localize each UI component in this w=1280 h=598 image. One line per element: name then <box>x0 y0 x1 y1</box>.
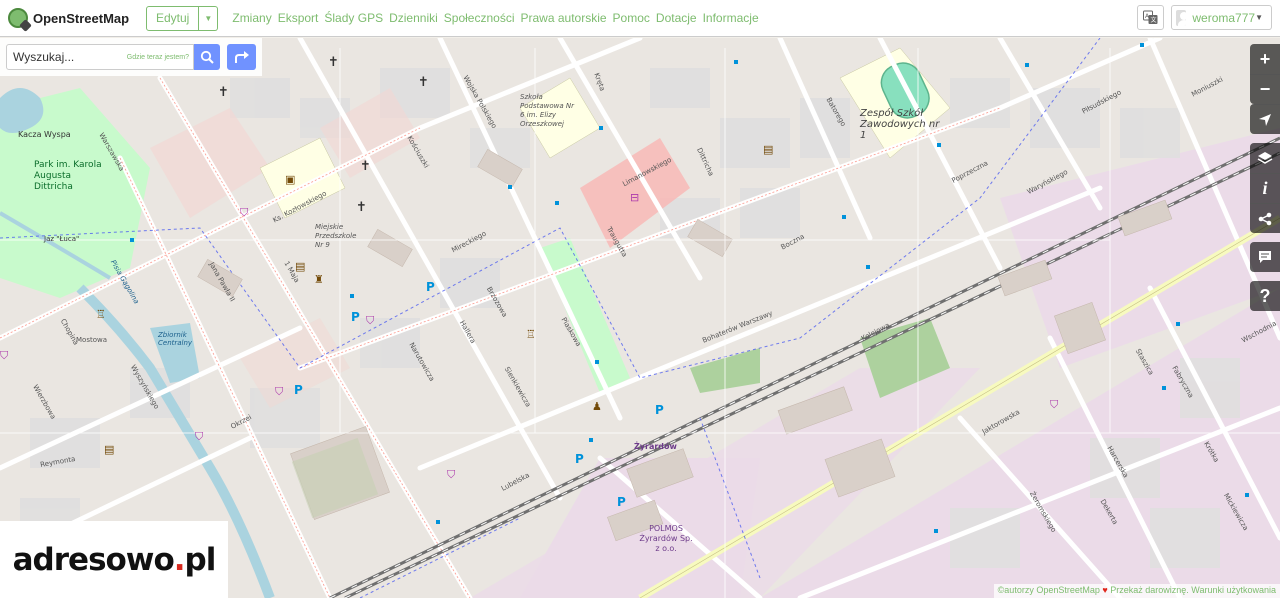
svg-text:P: P <box>426 280 435 294</box>
main-nav: Zmiany Eksport Ślady GPS Dzienniki Społe… <box>232 11 764 25</box>
directions-icon[interactable] <box>227 44 256 70</box>
svg-text:P: P <box>655 403 664 417</box>
edit-dropdown-icon[interactable]: ▼ <box>199 5 219 31</box>
map-canvas[interactable]: ✝ ✝ ✝ ✝ ✝ ▣ ▤ ▤ ▤ ♜ ♖ ♟ ♖ ⛉ ⛉ ⛉ ⛉ ⛉ ⛉ ⊟ ⛉ P P P P P P <box>0 38 1280 598</box>
svg-text:P: P <box>575 452 584 466</box>
terms-link[interactable]: Warunki użytkowania <box>1191 585 1276 595</box>
locate-icon[interactable] <box>1250 104 1280 134</box>
nav-donate[interactable]: Dotacje <box>656 11 697 25</box>
zoom-in-button[interactable]: + <box>1250 44 1280 74</box>
user-menu-button[interactable]: weroma777 ▼ <box>1171 5 1272 30</box>
svg-text:✝: ✝ <box>328 55 339 70</box>
svg-text:▣: ▣ <box>285 173 295 186</box>
attribution-bar: ©autorzy OpenStreetMap ♥ Przekaż darowiz… <box>993 584 1280 598</box>
note-icon[interactable] <box>1250 242 1280 272</box>
svg-text:⛉: ⛉ <box>275 385 284 398</box>
nav-diaries[interactable]: Dzienniki <box>389 11 438 25</box>
nav-about[interactable]: Informacje <box>703 11 759 25</box>
chevron-down-icon: ▼ <box>1255 13 1263 22</box>
svg-text:✝: ✝ <box>360 159 371 174</box>
osm-logo-icon <box>8 8 28 28</box>
copyright-link[interactable]: ©autorzy OpenStreetMap <box>998 585 1100 595</box>
layers-icon[interactable] <box>1250 143 1280 173</box>
nav-help[interactable]: Pomoc <box>613 11 650 25</box>
label-kacza-wyspa: Kacza Wyspa <box>18 130 71 139</box>
nav-communities[interactable]: Społeczności <box>444 11 515 25</box>
svg-text:⛉: ⛉ <box>240 206 249 219</box>
label-jaz: Jaz "Łuca" <box>44 235 80 243</box>
watermark-dot: . <box>173 541 186 578</box>
map-key-info-button[interactable]: i <box>1250 173 1280 203</box>
top-header: OpenStreetMap Edytuj ▼ Zmiany Eksport Śl… <box>0 0 1280 37</box>
svg-text:⛉: ⛉ <box>447 468 456 481</box>
nav-copyright[interactable]: Prawa autorskie <box>521 11 607 25</box>
svg-text:✝: ✝ <box>356 200 367 215</box>
donate-link[interactable]: Przekaż darowiznę. <box>1110 585 1189 595</box>
label-reservoir: Zbiornik Centralny <box>158 331 193 347</box>
label-school-zawod: Zespół Szkół Zawodowych nr 1 <box>860 108 940 141</box>
label-polmos: POLMOS Żyrardów Sp. z o.o. <box>639 524 693 553</box>
svg-text:▤: ▤ <box>763 143 773 156</box>
svg-text:✝: ✝ <box>418 75 429 90</box>
avatar <box>1176 9 1187 26</box>
heart-icon: ♥ <box>1102 585 1108 595</box>
search-input[interactable] <box>13 50 123 64</box>
label-park: Park im. Karola Augusta Dittricha <box>34 160 102 192</box>
label-school-6: Szkoła Podstawowa Nr 6 im. Elizy Orzeszk… <box>520 93 574 128</box>
label-station: Żyrardów <box>634 442 677 451</box>
svg-text:▤: ▤ <box>295 260 305 273</box>
map-controls: + − i ? <box>1250 44 1280 311</box>
svg-text:P: P <box>617 495 626 509</box>
svg-text:♟: ♟ <box>592 400 602 413</box>
watermark-main: adresowo <box>12 541 175 578</box>
adresowo-watermark: adresowo.pl <box>0 521 228 598</box>
help-button[interactable]: ? <box>1250 281 1280 311</box>
svg-text:▤: ▤ <box>104 443 114 456</box>
label-kindergarten: Miejskie Przedszkole Nr 9 <box>315 223 357 249</box>
watermark-logo: adresowo.pl <box>12 541 217 578</box>
app-name: OpenStreetMap <box>33 10 130 26</box>
svg-text:P: P <box>294 383 303 397</box>
osm-logo[interactable]: OpenStreetMap <box>8 8 138 28</box>
search-icon[interactable] <box>194 44 220 70</box>
svg-text:♜: ♜ <box>314 273 324 286</box>
nav-changes[interactable]: Zmiany <box>232 11 271 25</box>
svg-text:✝: ✝ <box>218 85 229 100</box>
search-panel: Gdzie teraz jestem? <box>0 38 262 76</box>
svg-text:⊟: ⊟ <box>630 191 639 204</box>
svg-text:⛉: ⛉ <box>0 349 9 362</box>
svg-text:⛉: ⛉ <box>195 430 204 443</box>
edit-group: Edytuj ▼ <box>146 5 219 31</box>
where-am-i-link[interactable]: Gdzie teraz jestem? <box>127 54 189 61</box>
svg-text:⛉: ⛉ <box>1050 398 1059 411</box>
watermark-tld: pl <box>184 541 217 578</box>
zoom-out-button[interactable]: − <box>1250 74 1280 104</box>
svg-text:文: 文 <box>1151 16 1157 24</box>
username: weroma777 <box>1192 10 1256 25</box>
edit-button[interactable]: Edytuj <box>146 5 200 31</box>
nav-gps-traces[interactable]: Ślady GPS <box>324 11 383 25</box>
share-icon[interactable] <box>1250 203 1280 233</box>
svg-text:♖: ♖ <box>96 308 106 321</box>
map-tiles: ✝ ✝ ✝ ✝ ✝ ▣ ▤ ▤ ▤ ♜ ♖ ♟ ♖ ⛉ ⛉ ⛉ ⛉ ⛉ ⛉ ⊟ ⛉ P P P P P P <box>0 38 1280 598</box>
svg-text:⛉: ⛉ <box>366 314 375 327</box>
svg-text:P: P <box>351 310 360 324</box>
street-label: Mostowa <box>76 336 108 344</box>
language-icon[interactable]: A文 <box>1137 5 1164 30</box>
search-box: Gdzie teraz jestem? <box>6 44 194 70</box>
user-tools: A文 weroma777 ▼ <box>1137 5 1272 30</box>
svg-text:♖: ♖ <box>526 328 536 341</box>
nav-export[interactable]: Eksport <box>278 11 319 25</box>
